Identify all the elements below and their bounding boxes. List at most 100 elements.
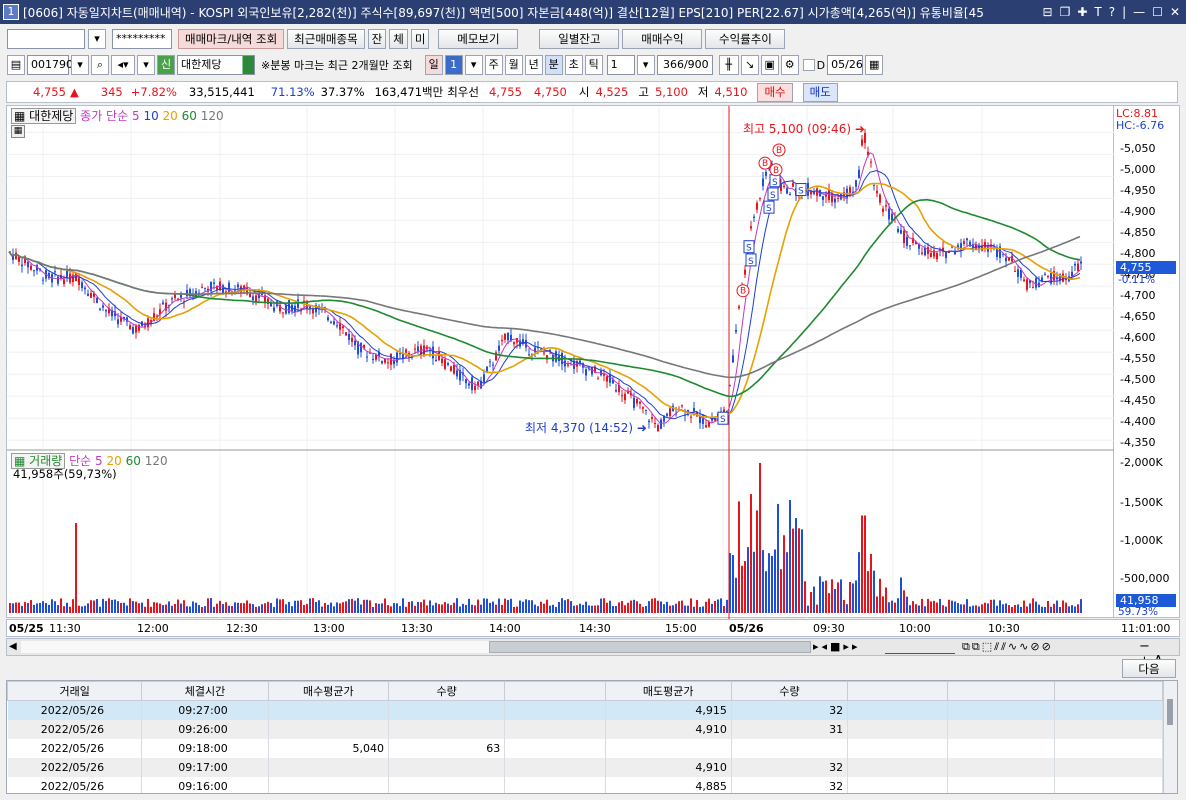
scroll-left-icon[interactable]: ◀ — [9, 641, 17, 652]
password-input[interactable]: ********* — [112, 29, 172, 49]
column-header[interactable] — [1053, 681, 1164, 701]
volume-bar — [330, 602, 332, 613]
table-scrollbar[interactable] — [1163, 681, 1177, 793]
stock-code-input[interactable]: 001790 — [27, 55, 73, 75]
data-count-field[interactable]: 366/900 — [656, 55, 713, 75]
sound-icon[interactable]: ◂▾ — [111, 55, 135, 75]
column-header[interactable] — [847, 681, 949, 701]
scroll-track[interactable] — [21, 641, 489, 653]
help-icon[interactable]: ? — [1109, 5, 1115, 19]
volume-bar — [549, 605, 551, 613]
period-tick-button[interactable]: 틱 — [584, 55, 603, 75]
column-header[interactable] — [504, 681, 606, 701]
column-header[interactable]: 매수평균가 — [267, 681, 389, 701]
return-trend-button[interactable]: 수익률추이 — [705, 29, 786, 49]
candle-type-icon[interactable]: ╫ — [718, 55, 739, 75]
period-second-button[interactable]: 초 — [564, 55, 583, 75]
minimize-icon[interactable]: — — [1133, 5, 1145, 19]
interval-dropdown-icon[interactable]: ▾ — [636, 55, 655, 75]
memo-button[interactable]: 메모보기 — [438, 29, 519, 49]
code-dropdown-icon[interactable]: ▾ — [71, 55, 89, 75]
high-annotation-text: 최고 5,100 (09:46) — [743, 122, 852, 136]
minute-mark-note: ※분봉 마크는 최근 2개월만 조회 — [261, 59, 413, 72]
search-icon[interactable]: ⌕ — [91, 55, 109, 75]
volume-bar — [405, 606, 407, 613]
next-button[interactable]: 다음 — [1122, 659, 1176, 678]
chart-settings-icon[interactable]: ▤ — [7, 55, 25, 75]
volume-bar — [252, 604, 254, 613]
column-header[interactable]: 거래일 — [7, 681, 143, 701]
table-cell — [268, 776, 389, 793]
unexecuted-button[interactable]: 미 — [410, 29, 430, 49]
chart-panel[interactable]: SSSSSSSBBBB ▦ 대한제당 종가 단순 5 10 20 60 120 … — [6, 105, 1115, 619]
column-header[interactable]: 수량 — [730, 681, 849, 701]
playback-controls[interactable]: ▸◂■▸▸ — [813, 640, 860, 653]
candle-body — [489, 361, 491, 363]
draw-tools[interactable]: ⧉⧉⬚⫽⫽∿∿⊘⊘ — [962, 640, 1053, 654]
volume-bar — [369, 600, 371, 613]
draw-tool-icon[interactable]: ↘ — [740, 55, 759, 75]
volume-bar — [753, 551, 755, 613]
table-row[interactable]: 2022/05/26 09:27:00 4,915 32 — [7, 700, 1164, 720]
trade-profit-button[interactable]: 매매수익 — [622, 29, 703, 49]
daily-balance-button[interactable]: 일별잔고 — [539, 29, 620, 49]
price-tick: -4,950 — [1120, 184, 1156, 197]
table-row[interactable]: 2022/05/26 09:18:00 5,040 63 — [7, 738, 1164, 758]
period-num-field[interactable]: 1 — [444, 55, 463, 75]
grid-toggle-icon[interactable]: ▦ — [11, 125, 25, 138]
volume-bar — [621, 601, 623, 613]
executed-button[interactable]: 체 — [389, 29, 408, 49]
stock-name-field[interactable]: 대한제당 — [177, 55, 255, 75]
buy-button[interactable]: 매수 — [757, 82, 793, 102]
period-dropdown-icon[interactable]: ▾ — [464, 55, 483, 75]
save-icon[interactable]: ▣ — [760, 55, 779, 75]
volume-bar — [300, 600, 302, 613]
gear-icon[interactable]: ⚙ — [780, 55, 799, 75]
table-cell — [1054, 719, 1164, 739]
period-year-button[interactable]: 년 — [524, 55, 543, 75]
layout-icon[interactable]: ⊟ — [1043, 5, 1053, 19]
volume-bar — [657, 600, 659, 613]
chart-canvas[interactable]: SSSSS SSBBBB — [7, 106, 1115, 619]
expand-dropdown-icon[interactable]: ▾ — [137, 55, 155, 75]
date-checkbox[interactable] — [802, 59, 815, 71]
volume-bar — [78, 605, 80, 613]
date-input[interactable]: 05/26 — [827, 55, 864, 75]
table-row[interactable]: 2022/05/26 09:16:00 4,885 32 — [7, 776, 1164, 793]
sell-button[interactable]: 매도 — [802, 82, 838, 102]
toolbar-chart: ▤ 001790 ▾ ⌕ ◂▾ ▾ 신 대한제당 ※분봉 마크는 최근 2개월만… — [0, 55, 1186, 75]
candle-body — [861, 139, 863, 146]
calendar-icon[interactable]: ▦ — [865, 55, 884, 75]
period-day-button[interactable]: 일 — [424, 55, 443, 75]
column-header[interactable]: 체결시간 — [141, 681, 269, 701]
restore-icon[interactable]: ❐ — [1060, 5, 1071, 19]
period-minute-button[interactable]: 분 — [544, 55, 563, 75]
interval-input[interactable]: 1 — [606, 55, 635, 75]
mark-query-button[interactable]: 매매마크/내역 조회 — [178, 29, 285, 49]
close-icon[interactable]: ✕ — [1170, 5, 1180, 19]
candle-body — [825, 194, 827, 197]
maximize-icon[interactable]: ☐ — [1152, 5, 1163, 19]
column-header[interactable] — [947, 681, 1055, 701]
volume-bar — [810, 592, 812, 613]
zoom-slider[interactable] — [885, 640, 955, 654]
account-input[interactable] — [7, 29, 85, 49]
balance-button[interactable]: 잔 — [367, 29, 387, 49]
font-icon[interactable]: T — [1094, 5, 1101, 19]
chart-scrollbar[interactable]: ◀ ▸◂■▸▸ ⧉⧉⬚⫽⫽∿∿⊘⊘ −+A — [6, 638, 1180, 669]
period-week-button[interactable]: 주 — [484, 55, 503, 75]
volume-bar — [849, 582, 851, 613]
recent-trades-button[interactable]: 최근매매종목 — [287, 29, 365, 49]
pin-icon[interactable]: ✚ — [1077, 5, 1087, 19]
table-scroll-thumb[interactable] — [1167, 699, 1173, 725]
candle-body — [834, 198, 836, 203]
table-row[interactable]: 2022/05/26 09:17:00 4,910 32 — [7, 757, 1164, 777]
scroll-thumb[interactable] — [489, 641, 811, 653]
table-row[interactable]: 2022/05/26 09:26:00 4,910 31 — [7, 719, 1164, 739]
column-header[interactable]: 매도평균가 — [604, 681, 732, 701]
period-month-button[interactable]: 월 — [504, 55, 523, 75]
column-header[interactable]: 수량 — [387, 681, 506, 701]
account-dropdown-icon[interactable]: ▾ — [88, 29, 106, 49]
candle-body — [903, 230, 905, 244]
volume-bar — [636, 601, 638, 613]
